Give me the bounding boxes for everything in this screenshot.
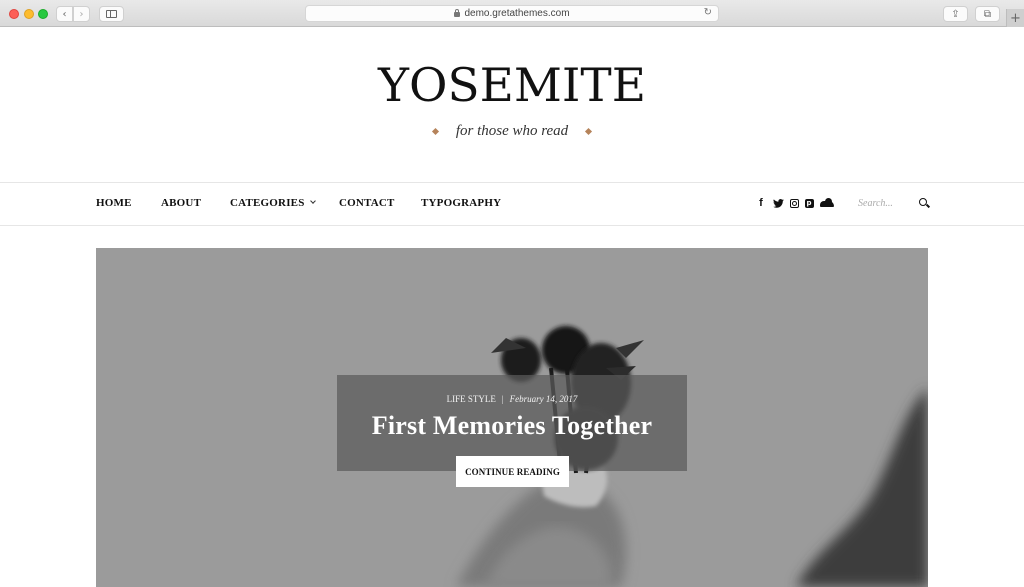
meta-separator: | (501, 394, 504, 404)
share-icon: ⇪ (951, 8, 960, 20)
nav-item-contact[interactable]: CONTACT (339, 197, 395, 209)
soundcloud-glyph (820, 198, 834, 207)
forward-button[interactable]: › (73, 6, 90, 22)
soundcloud-icon[interactable] (819, 196, 835, 210)
address-bar[interactable]: demo.gretathemes.com ↻ (305, 5, 719, 22)
chevron-right-icon: › (79, 8, 84, 20)
diamond-icon (431, 127, 439, 136)
site-tagline: for those who read (0, 123, 1024, 140)
main-navigation: HOME ABOUT CATEGORIES CONTACT TYPOGRAPHY… (0, 182, 1024, 226)
nav-item-home[interactable]: HOME (96, 197, 132, 209)
browser-toolbar: ‹ › demo.gretathemes.com ↻ ⇪ ⧉ + (0, 0, 1024, 27)
pinterest-icon[interactable]: p (804, 196, 814, 210)
diamond-icon (585, 127, 593, 136)
instagram-icon[interactable] (789, 196, 799, 210)
maximize-window-button[interactable] (38, 9, 48, 19)
nav-item-about[interactable]: ABOUT (161, 197, 201, 209)
tagline-text: for those who read (455, 123, 569, 139)
url-text: demo.gretathemes.com (464, 8, 570, 19)
sidebar-toggle-button[interactable] (99, 6, 124, 22)
close-window-button[interactable] (9, 9, 19, 19)
post-meta: LIFE STYLE | February 14, 2017 (96, 394, 928, 404)
continue-reading-button[interactable]: CONTINUE READING (456, 456, 569, 487)
show-tabs-button[interactable]: ⧉ (975, 6, 1000, 22)
sidebar-icon (106, 10, 117, 18)
post-category-link[interactable]: LIFE STYLE (447, 394, 496, 404)
new-tab-button[interactable]: + (1006, 9, 1024, 27)
site-title[interactable]: YOSEMITE (0, 62, 1024, 108)
nav-item-categories-label: CATEGORIES (230, 197, 305, 209)
plus-icon: + (1010, 10, 1021, 26)
minimize-window-button[interactable] (24, 9, 34, 19)
post-date: February 14, 2017 (509, 394, 578, 404)
nav-item-categories[interactable]: CATEGORIES (230, 197, 316, 209)
facebook-icon[interactable]: f (757, 196, 765, 210)
featured-post-hero[interactable]: LIFE STYLE | February 14, 2017 First Memor… (96, 248, 928, 587)
pinterest-glyph: p (804, 198, 814, 208)
search-input[interactable] (858, 195, 910, 211)
tabs-icon: ⧉ (983, 8, 992, 20)
back-button[interactable]: ‹ (56, 6, 73, 22)
site-header: YOSEMITE for those who read (0, 28, 1024, 182)
post-title[interactable]: First Memories Together (96, 411, 928, 441)
share-button[interactable]: ⇪ (943, 6, 968, 22)
lock-icon (454, 9, 461, 17)
search-icon[interactable] (919, 198, 927, 206)
chevron-down-icon (309, 198, 316, 204)
chevron-left-icon: ‹ (62, 8, 67, 20)
twitter-icon[interactable] (772, 196, 784, 210)
reload-icon[interactable]: ↻ (704, 7, 712, 18)
nav-item-typography[interactable]: TYPOGRAPHY (421, 197, 501, 209)
instagram-glyph (789, 198, 799, 208)
